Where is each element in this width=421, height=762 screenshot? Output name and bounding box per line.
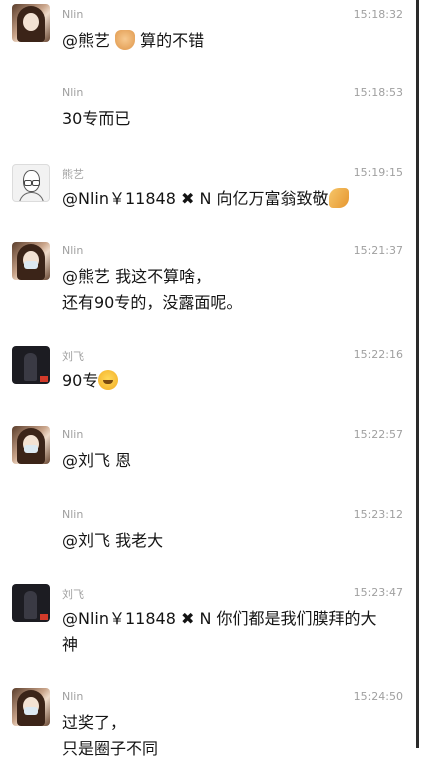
sender-name: Nlin <box>62 690 84 703</box>
message-text[interactable]: 过奖了， 只是圈子不同 <box>62 710 407 762</box>
avatar-liufei[interactable] <box>12 584 50 622</box>
message-timestamp: 15:24:50 <box>353 690 403 703</box>
message-timestamp: 15:22:16 <box>353 348 403 361</box>
multiply-icon: ✖ <box>181 609 195 628</box>
message-text-part: N 向亿万富翁致敬 <box>199 189 329 208</box>
message-text[interactable]: @Nlin￥11848 ✖ N 向亿万富翁致敬 <box>62 186 407 212</box>
message-timestamp: 15:18:32 <box>353 8 403 21</box>
message-text[interactable]: @刘飞 我老大 <box>62 528 407 554</box>
message-text[interactable]: @熊艺 我这不算啥， 还有90专的，没露面呢。 <box>62 264 407 316</box>
message-text-part: 算的不错 <box>135 31 205 50</box>
message-text-part: @熊艺 <box>62 31 116 50</box>
sender-name: Nlin <box>62 86 84 99</box>
sender-name: 熊艺 <box>62 168 84 181</box>
message-text[interactable]: @Nlin￥11848 ✖ N 你们都是我们膜拜的大 神 <box>62 606 407 658</box>
avatar-xiongyi[interactable] <box>12 164 50 202</box>
message-text[interactable]: 30专而已 <box>62 106 407 132</box>
message-timestamp: 15:18:53 <box>353 86 403 99</box>
message-timestamp: 15:21:37 <box>353 244 403 257</box>
laugh-cry-emoji <box>98 370 119 390</box>
message-text[interactable]: 90专 <box>62 368 407 394</box>
avatar-liufei[interactable] <box>12 346 50 384</box>
avatar-nlin[interactable] <box>12 4 50 42</box>
sender-name: 刘飞 <box>62 350 84 363</box>
message-text[interactable]: @熊艺 算的不错 <box>62 28 407 54</box>
thumbs-up-emoji <box>115 30 136 50</box>
sender-name: 刘飞 <box>62 588 84 601</box>
message-timestamp: 15:23:12 <box>353 508 403 521</box>
avatar-nlin[interactable] <box>12 426 50 464</box>
sender-name: Nlin <box>62 508 84 521</box>
chat-message-list[interactable]: Nlin 15:18:32 @熊艺 算的不错 Nlin 15:18:53 30专… <box>0 0 421 758</box>
sender-name: Nlin <box>62 428 84 441</box>
message-timestamp: 15:23:47 <box>353 586 403 599</box>
sender-name: Nlin <box>62 244 84 257</box>
message-text-part: @Nlin￥11848 <box>62 189 176 208</box>
sender-name: Nlin <box>62 8 84 21</box>
clap-emoji <box>328 188 349 208</box>
message-timestamp: 15:22:57 <box>353 428 403 441</box>
message-text-part: 90专 <box>62 371 99 390</box>
scrollbar[interactable] <box>416 0 419 748</box>
avatar-nlin[interactable] <box>12 242 50 280</box>
message-text[interactable]: @刘飞 恩 <box>62 448 407 474</box>
message-timestamp: 15:19:15 <box>353 166 403 179</box>
multiply-icon: ✖ <box>181 189 195 208</box>
avatar-nlin[interactable] <box>12 688 50 726</box>
message-text-part: @Nlin￥11848 <box>62 609 176 628</box>
